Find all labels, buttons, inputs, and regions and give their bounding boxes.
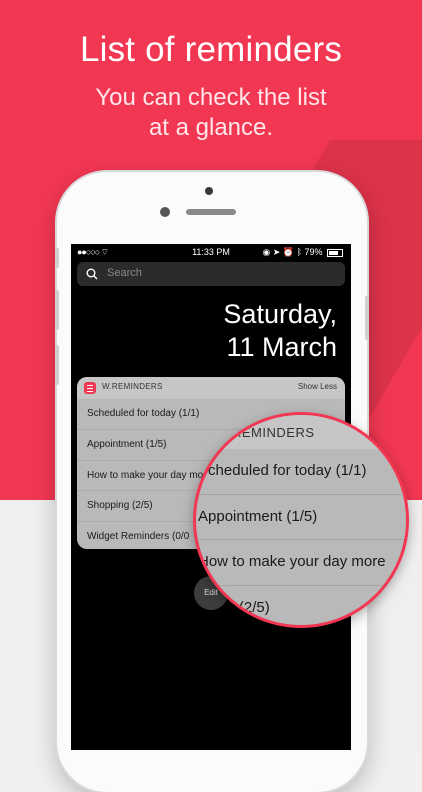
status-icons: ◉ ➤ ⏰ ᛒ	[262, 247, 305, 257]
headline: List of reminders	[79, 30, 343, 69]
date-day: Saturday,	[223, 299, 337, 329]
magnified-list-item: Scheduled for today (1/1)	[196, 449, 406, 495]
magnified-list-item: pping (2/5)	[196, 586, 406, 626]
magnifier-lens: REMINDERS Scheduled for today (1/1) Appo…	[193, 412, 409, 628]
front-camera-icon	[160, 207, 170, 217]
subline-2: at a glance.	[148, 114, 274, 141]
date-display: Saturday, 11 March	[223, 298, 337, 364]
camera-icon	[205, 187, 213, 195]
battery-icon	[327, 248, 343, 257]
status-right: ◉ ➤ ⏰ ᛒ 79%	[262, 247, 343, 258]
search-icon	[86, 268, 98, 280]
date-date: 11 March	[226, 332, 337, 362]
volume-down-button	[55, 345, 59, 385]
show-less-button[interactable]: Show Less	[298, 382, 337, 391]
magnified-header: REMINDERS	[196, 415, 406, 449]
magnified-list-item: How to make your day more	[196, 540, 406, 586]
volume-up-button	[55, 290, 59, 330]
search-bar[interactable]: Search	[77, 262, 345, 286]
reminders-app-icon	[84, 382, 96, 394]
mute-switch	[55, 248, 59, 268]
magnified-app-name: REMINDERS	[232, 425, 315, 440]
speaker-grille	[186, 209, 236, 215]
search-placeholder: Search	[107, 267, 142, 279]
battery-percent: 79%	[304, 247, 323, 257]
power-button	[365, 296, 369, 340]
status-bar: ●●○○○ ⌔ 11:33 PM ◉ ➤ ⏰ ᛒ 79%	[71, 244, 351, 260]
subline-1: You can check the list	[95, 84, 327, 111]
magnified-list-item: Appointment (1/5)	[196, 495, 406, 540]
widget-header: W.REMINDERS Show Less	[77, 377, 345, 399]
widget-app-name: W.REMINDERS	[102, 382, 163, 391]
